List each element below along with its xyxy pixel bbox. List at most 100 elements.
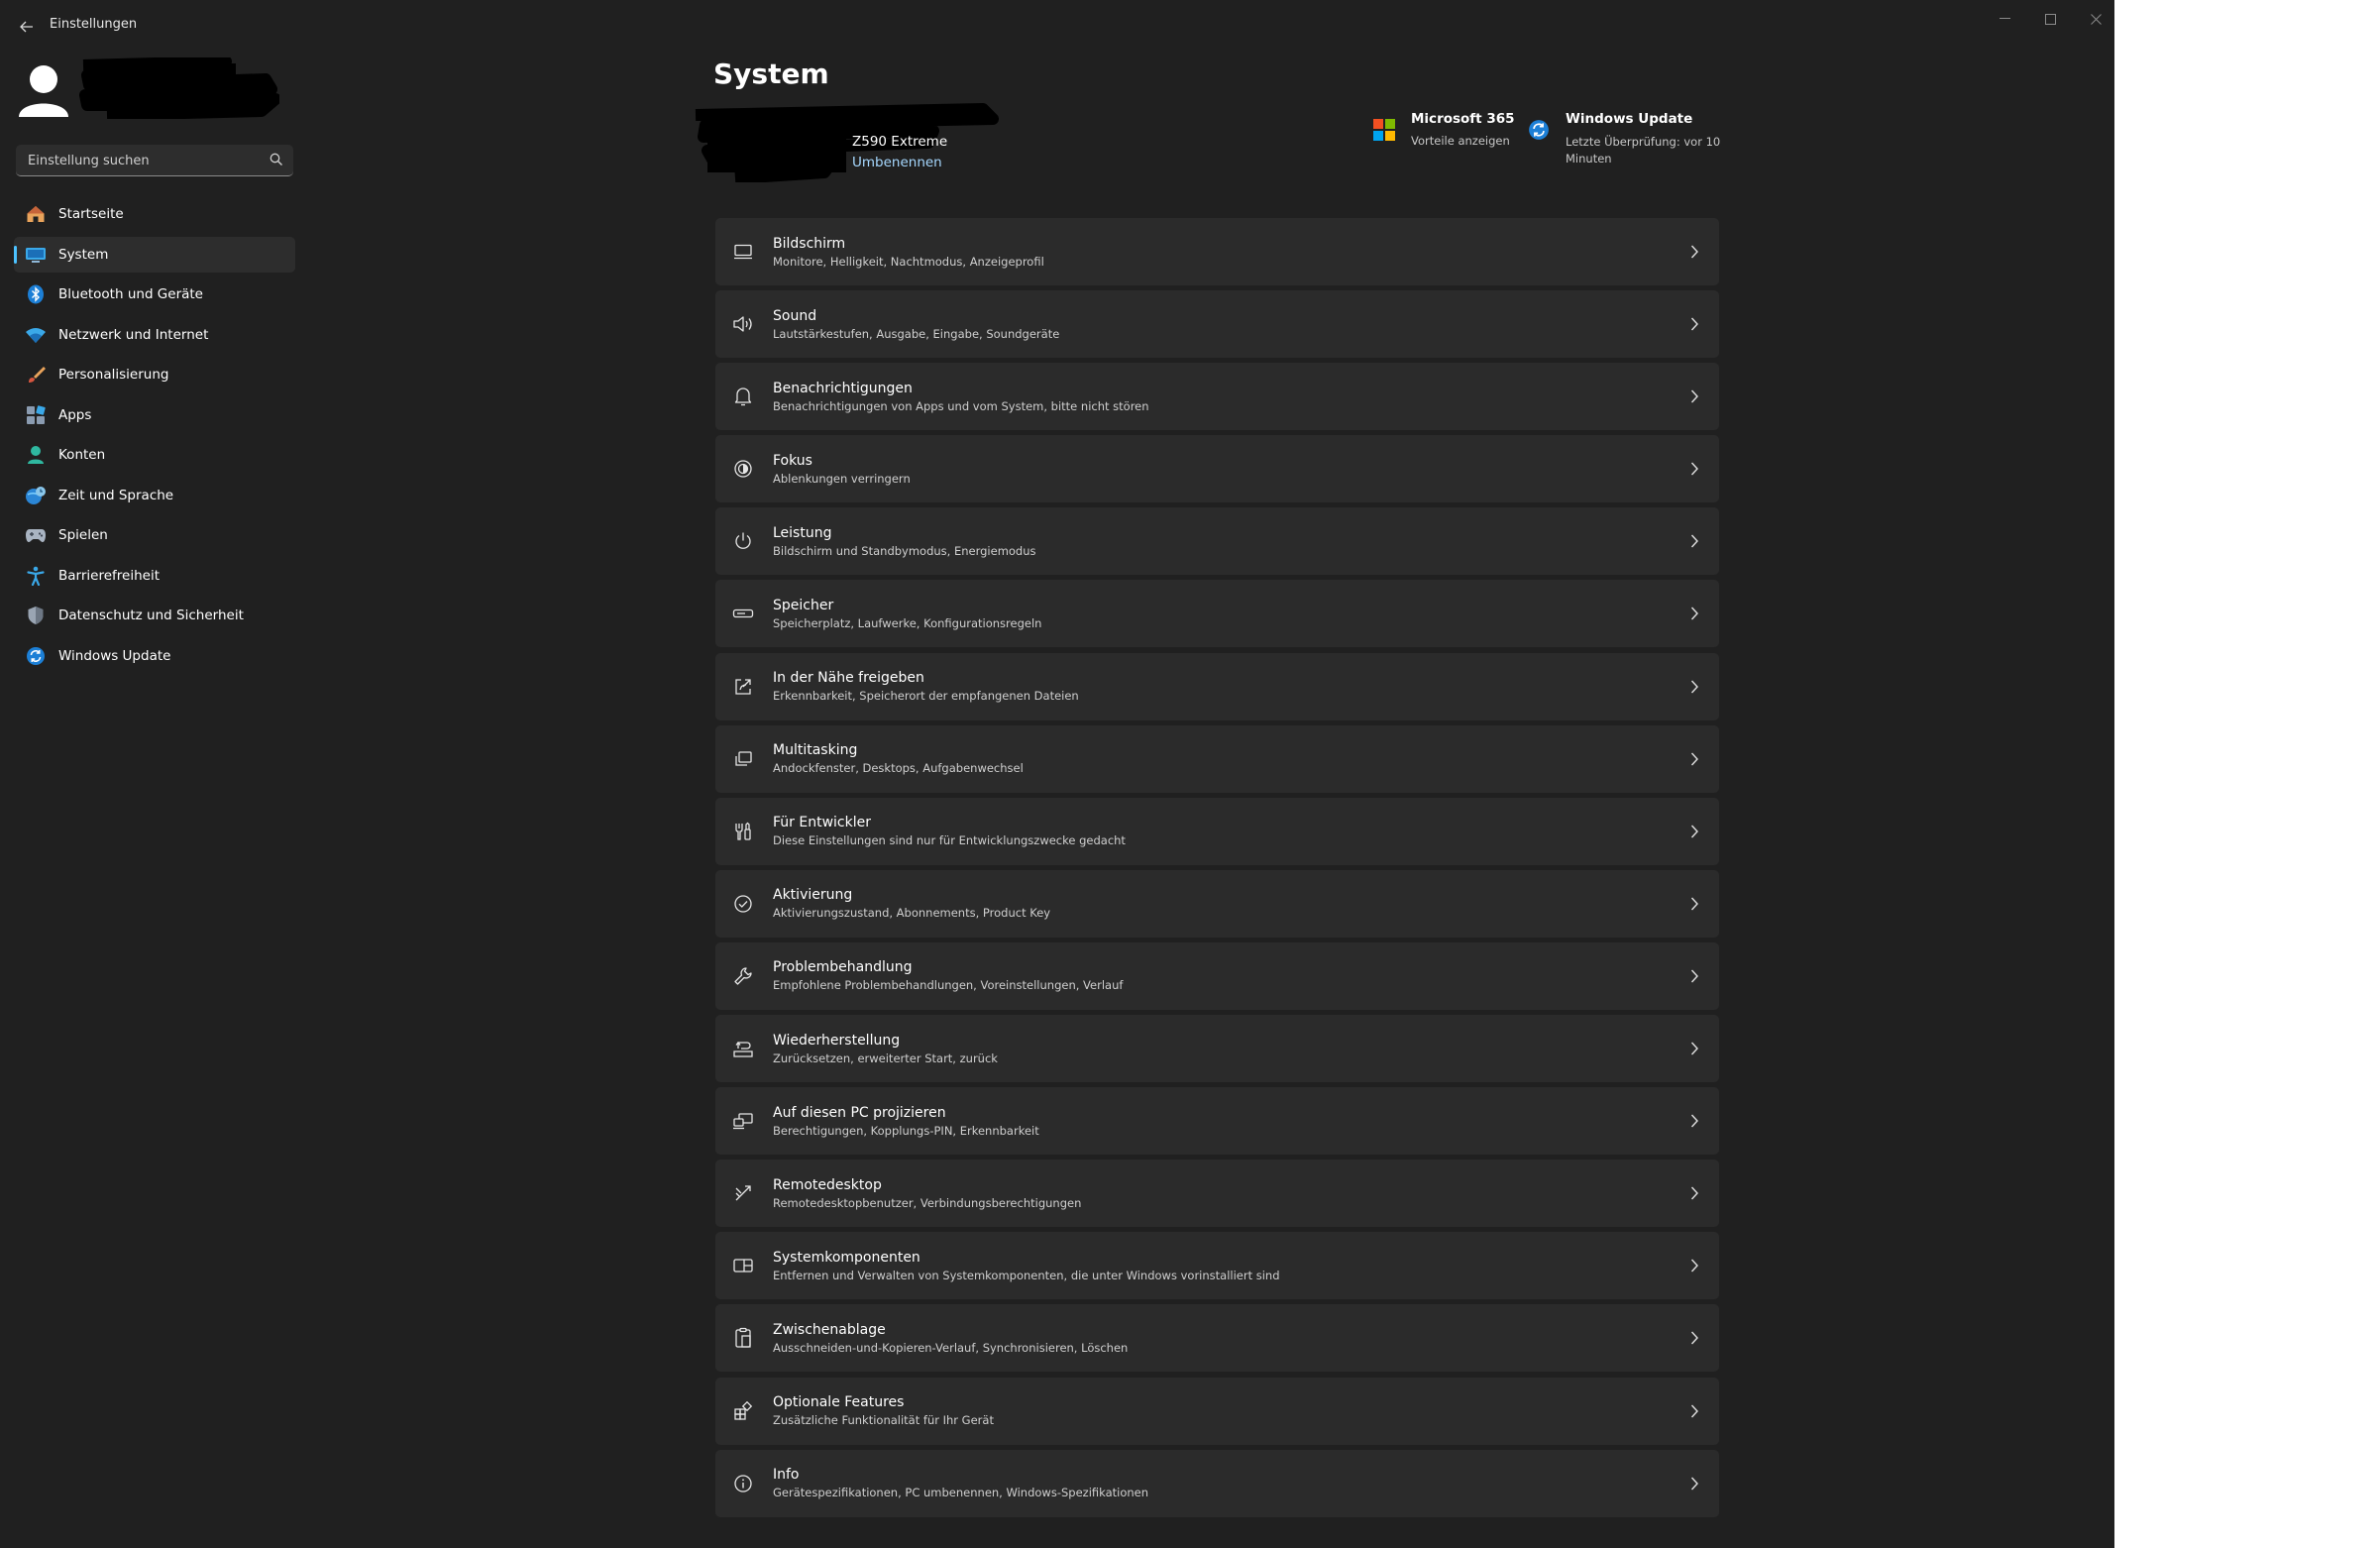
close-button[interactable] — [2076, 8, 2114, 30]
card-subtitle: Empfohlene Problembehandlungen, Voreinst… — [773, 978, 1124, 993]
windows-update-status: Letzte Überprüfung: vor 10 Minuten — [1566, 135, 1721, 166]
back-arrow-icon — [20, 21, 33, 33]
page-title: System — [713, 57, 829, 90]
card-bildschirm[interactable]: Bildschirm Monitore, Helligkeit, Nachtmod… — [715, 218, 1719, 285]
sidebar-item-barrierefreiheit[interactable]: Barrierefreiheit — [14, 558, 295, 594]
card-subtitle: Lautstärkestufen, Ausgabe, Eingabe, Soun… — [773, 326, 1060, 341]
card-speicher[interactable]: Speicher Speicherplatz, Laufwerke, Konfig… — [715, 580, 1719, 648]
chevron-right-icon — [1690, 825, 1698, 838]
card-info[interactable]: Info Gerätespezifikationen, PC umbenennen… — [715, 1449, 1719, 1517]
redacted-pc-image-scribble — [686, 103, 1003, 182]
sidebar-item-system[interactable]: System — [14, 236, 295, 273]
chevron-right-icon — [1690, 607, 1698, 620]
power-icon — [731, 529, 755, 553]
card-fuer-entwickler[interactable]: Für Entwickler Diese Einstellungen sind n… — [715, 797, 1719, 865]
back-button[interactable] — [12, 14, 42, 40]
account-icon — [25, 444, 47, 466]
card-subtitle: Gerätespezifikationen, PC umbenennen, Wi… — [773, 1486, 1149, 1500]
card-sound[interactable]: Sound Lautstärkestufen, Ausgabe, Eingabe,… — [715, 290, 1719, 359]
bell-icon — [731, 385, 755, 408]
chevron-right-icon — [1690, 1331, 1698, 1345]
card-title: Optionale Features — [773, 1394, 905, 1410]
settings-window: Einstellungen Startse — [0, 0, 2114, 1548]
card-title: Remotedesktop — [773, 1176, 882, 1193]
home-icon — [25, 203, 47, 225]
card-subtitle: Bildschirm und Standbymodus, Energiemodu… — [773, 543, 1036, 558]
card-fokus[interactable]: Fokus Ablenkungen verringern — [715, 435, 1719, 503]
card-title: Benachrichtigungen — [773, 380, 913, 396]
card-problembehandlung[interactable]: Problembehandlung Empfohlene Problembehan… — [715, 941, 1719, 1010]
search-box[interactable] — [16, 145, 293, 176]
card-leistung[interactable]: Leistung Bildschirm und Standbymodus, Ene… — [715, 507, 1719, 576]
windows-update-banner[interactable]: Windows Update Letzte Überprüfung: vor 1… — [1528, 107, 1726, 166]
selection-indicator — [14, 245, 17, 264]
card-title: Info — [773, 1467, 800, 1484]
chevron-right-icon — [1690, 245, 1698, 259]
shield-icon — [25, 605, 47, 626]
brush-icon — [25, 364, 47, 386]
card-subtitle: Zusätzliche Funktionalität für Ihr Gerät — [773, 1413, 994, 1427]
card-multitasking[interactable]: Multitasking Andockfenster, Desktops, Auf… — [715, 724, 1719, 793]
card-remotedesktop[interactable]: Remotedesktop Remotedesktopbenutzer, Verb… — [715, 1160, 1719, 1228]
card-nearby-sharing[interactable]: In der Nähe freigeben Erkennbarkeit, Spei… — [715, 652, 1719, 720]
windows-update-title: Windows Update — [1566, 111, 1693, 127]
card-subtitle: Zurücksetzen, erweiterter Start, zurück — [773, 1050, 998, 1065]
chevron-right-icon — [1690, 1114, 1698, 1128]
sidebar-item-windows-update[interactable]: Windows Update — [14, 638, 295, 674]
sidebar-item-datenschutz[interactable]: Datenschutz und Sicherheit — [14, 598, 295, 633]
microsoft-365-banner[interactable]: Microsoft 365 Vorteile anzeigen — [1373, 107, 1522, 161]
chevron-right-icon — [1690, 534, 1698, 548]
chevron-right-icon — [1690, 462, 1698, 476]
bluetooth-icon — [25, 283, 47, 305]
card-subtitle: Berechtigungen, Kopplungs-PIN, Erkennbar… — [773, 1123, 1039, 1138]
card-subtitle: Erkennbarkeit, Speicherort der empfangen… — [773, 689, 1079, 704]
title-bar: Einstellungen — [0, 0, 2114, 54]
sidebar-item-zeit-sprache[interactable]: Zeit und Sprache — [14, 478, 295, 513]
sidebar-item-netzwerk[interactable]: Netzwerk und Internet — [14, 317, 295, 353]
minimize-button[interactable] — [1985, 8, 2024, 30]
chevron-right-icon — [1690, 1404, 1698, 1417]
card-title: Für Entwickler — [773, 815, 871, 831]
card-optionale-features[interactable]: Optionale Features Zusätzliche Funktional… — [715, 1377, 1719, 1445]
redacted-username-scribble — [77, 57, 279, 119]
sidebar-item-personalisierung[interactable]: Personalisierung — [14, 357, 295, 392]
card-systemkomponenten[interactable]: Systemkomponenten Entfernen und Verwalten… — [715, 1232, 1719, 1300]
card-subtitle: Andockfenster, Desktops, Aufgabenwechsel — [773, 761, 1024, 776]
card-subtitle: Ablenkungen verringern — [773, 471, 911, 486]
card-title: Systemkomponenten — [773, 1249, 920, 1266]
sidebar-item-startseite[interactable]: Startseite — [14, 196, 295, 232]
gamepad-icon — [25, 524, 47, 546]
card-projizieren[interactable]: Auf diesen PC projizieren Berechtigungen,… — [715, 1087, 1719, 1156]
user-avatar[interactable] — [17, 61, 70, 119]
card-title: Aktivierung — [773, 887, 853, 904]
card-benachrichtigungen[interactable]: Benachrichtigungen Benachrichtigungen von… — [715, 363, 1719, 431]
maximize-icon — [2044, 13, 2056, 25]
sidebar-item-konten[interactable]: Konten — [14, 437, 295, 473]
chevron-right-icon — [1690, 389, 1698, 403]
card-subtitle: Speicherplatz, Laufwerke, Konfigurations… — [773, 615, 1042, 630]
card-zwischenablage[interactable]: Zwischenablage Ausschneiden-und-Kopieren-… — [715, 1304, 1719, 1373]
card-aktivierung[interactable]: Aktivierung Aktivierungszustand, Abonneme… — [715, 869, 1719, 938]
update-icon — [1529, 120, 1549, 140]
search-icon[interactable] — [270, 153, 283, 166]
card-wiederherstellung[interactable]: Wiederherstellung Zurücksetzen, erweitert… — [715, 1015, 1719, 1083]
card-subtitle: Diese Einstellungen sind nur für Entwick… — [773, 833, 1126, 848]
features-icon — [731, 1399, 755, 1423]
card-subtitle: Ausschneiden-und-Kopieren-Verlauf, Synch… — [773, 1340, 1129, 1355]
sidebar-item-spielen[interactable]: Spielen — [14, 517, 295, 553]
speaker-icon — [731, 312, 755, 336]
search-input[interactable] — [26, 145, 258, 176]
sidebar-item-label: Windows Update — [58, 647, 171, 664]
sidebar-item-apps[interactable]: Apps — [14, 397, 295, 433]
card-title: Wiederherstellung — [773, 1032, 901, 1049]
rename-link[interactable]: Umbenennen — [852, 155, 942, 170]
pc-model-name: Z590 Extreme — [852, 134, 948, 150]
ms365-subtitle: Vorteile anzeigen — [1411, 134, 1510, 148]
chevron-right-icon — [1690, 1186, 1698, 1200]
maximize-button[interactable] — [2030, 8, 2070, 30]
chevron-right-icon — [1690, 1042, 1698, 1055]
sidebar-item-bluetooth[interactable]: Bluetooth und Geräte — [14, 276, 295, 312]
chevron-right-icon — [1690, 1259, 1698, 1272]
card-title: In der Nähe freigeben — [773, 670, 924, 687]
wrench-icon — [731, 964, 755, 988]
